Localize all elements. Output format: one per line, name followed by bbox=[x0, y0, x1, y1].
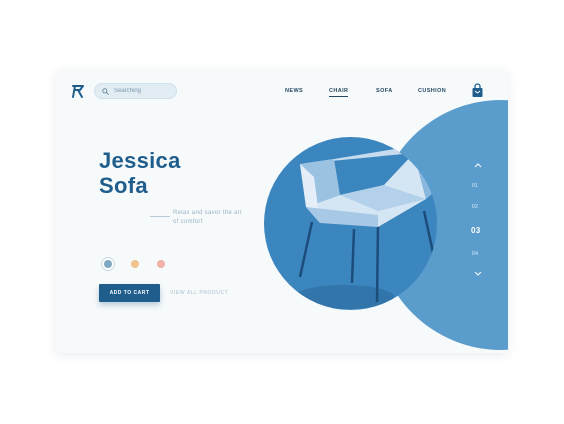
nav-item-sofa[interactable]: SOFA bbox=[376, 88, 393, 94]
nav-item-news[interactable]: NEWS bbox=[285, 88, 303, 94]
nav-item-chair[interactable]: CHAIR bbox=[329, 88, 349, 97]
nav-item-cushion[interactable]: CUSHION bbox=[418, 88, 446, 94]
slider-item-04[interactable]: 04 bbox=[472, 251, 478, 257]
product-title: Jessica Sofa bbox=[99, 148, 181, 198]
chevron-down-icon[interactable] bbox=[474, 271, 482, 277]
slider-item-02[interactable]: 02 bbox=[472, 204, 478, 210]
color-swatch-pink[interactable] bbox=[157, 260, 165, 268]
brand-logo-icon[interactable] bbox=[70, 83, 86, 99]
product-image bbox=[264, 137, 437, 310]
slider-item-03[interactable]: 03 bbox=[471, 226, 481, 235]
chevron-up-icon[interactable] bbox=[474, 162, 482, 168]
color-swatch-blue[interactable] bbox=[104, 260, 112, 268]
product-card: NEWS CHAIR SOFA CUSHION Jessica Sofa Rel… bbox=[56, 70, 508, 353]
search-bar[interactable] bbox=[94, 83, 177, 99]
product-tagline: Relax and savor the art of comfort bbox=[173, 210, 242, 225]
product-title-line1: Jessica bbox=[99, 148, 181, 173]
search-input[interactable] bbox=[114, 85, 174, 97]
chair-image bbox=[294, 142, 437, 309]
search-icon bbox=[102, 87, 109, 95]
product-title-line2: Sofa bbox=[99, 173, 148, 198]
shopping-bag-icon[interactable] bbox=[471, 83, 484, 98]
view-all-product-link[interactable]: VIEW ALL PRODUCT bbox=[170, 290, 228, 296]
color-swatch-yellow[interactable] bbox=[131, 260, 139, 268]
tagline-divider bbox=[150, 216, 170, 217]
add-to-cart-button[interactable]: ADD TO CART bbox=[99, 284, 160, 302]
slider-item-01[interactable]: 01 bbox=[472, 183, 478, 189]
